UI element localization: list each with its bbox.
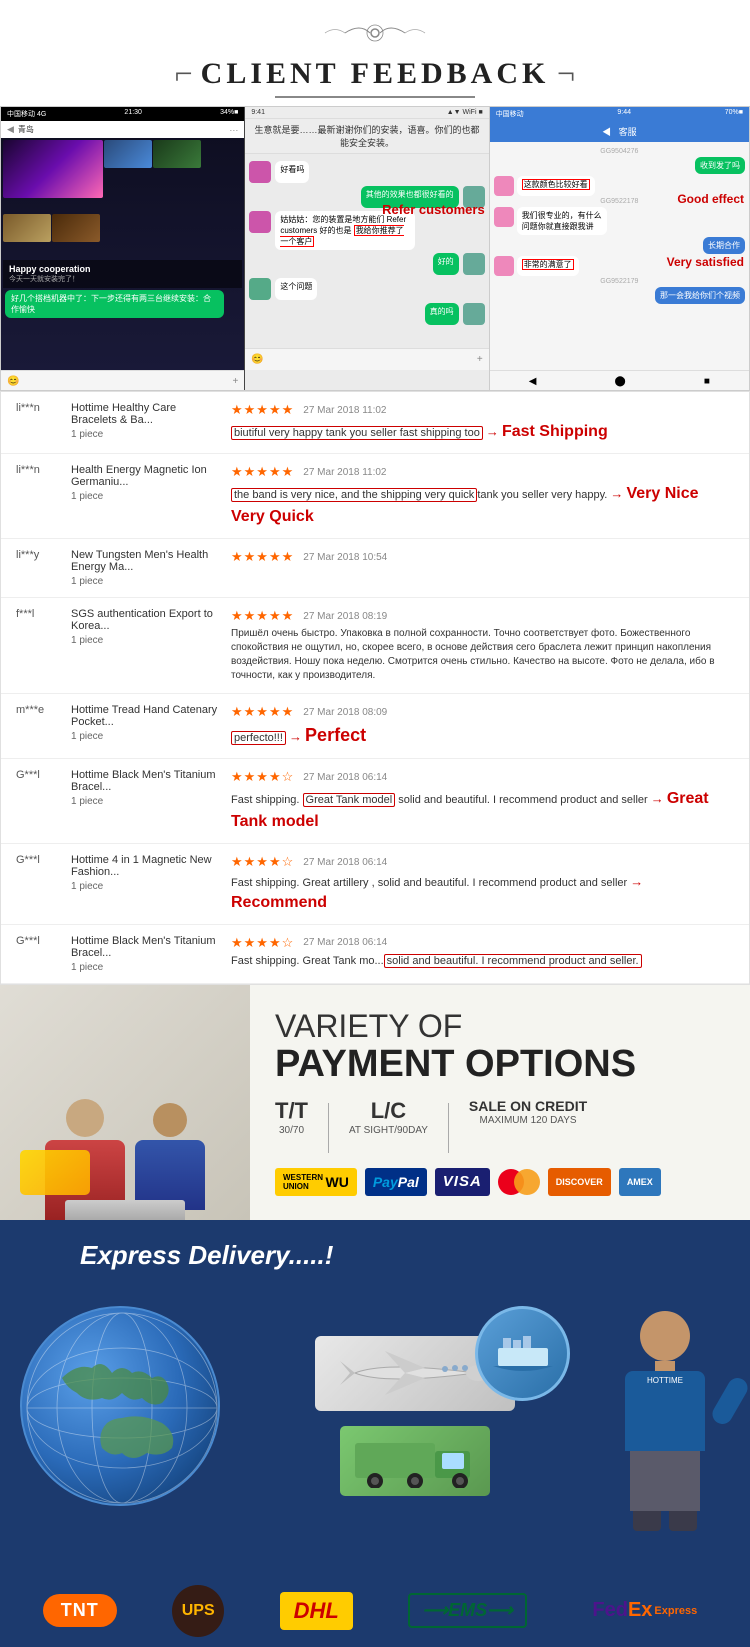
method-tt-name: T/T: [275, 1098, 308, 1124]
mastercard-logo: [498, 1168, 540, 1196]
table-row: G***l Hottime Black Men's Titanium Brace…: [1, 925, 749, 984]
method-tt-detail: 30/70: [275, 1124, 308, 1137]
globe-area: [20, 1306, 230, 1516]
method-lc-name: L/C: [349, 1098, 428, 1124]
review-content: 27 Mar 2018 08:09 perfecto!!! → Perfect: [231, 704, 734, 748]
feedback-underline: [275, 96, 475, 98]
review-product-info: Hottime Tread Hand Catenary Pocket... 1 …: [71, 704, 221, 742]
review-content: 27 Mar 2018 06:14 Fast shipping. Great T…: [231, 769, 734, 833]
method-lc-detail: AT SIGHT/90DAY: [349, 1124, 428, 1137]
table-row: li***y New Tungsten Men's Health Energy …: [1, 539, 749, 598]
payment-person: [0, 985, 250, 1220]
tnt-logo: TNT: [43, 1594, 117, 1627]
delivery-section: Express Delivery.....!: [0, 1220, 750, 1570]
feedback-title-row: ⌐ CLIENT FEEDBACK ⌐: [0, 55, 750, 92]
review-product-info: Hottime Healthy Care Bracelets & Ba... 1…: [71, 402, 221, 440]
truck-area: [340, 1426, 490, 1496]
paypal-logo: PayPal: [365, 1168, 427, 1196]
review-product-info: SGS authentication Export to Korea... 1 …: [71, 608, 221, 646]
dhl-logo: DHL: [280, 1592, 353, 1630]
review-content: 27 Mar 2018 08:19 Пришёл очень быстро. У…: [231, 608, 734, 683]
variety-label: VARIETY OF: [275, 1009, 725, 1044]
discover-logo: DISCOVER: [548, 1168, 611, 1196]
review-user: li***n: [16, 464, 61, 476]
delivery-title: Express Delivery.....!: [80, 1240, 730, 1271]
table-row: G***l Hottime 4 in 1 Magnetic New Fashio…: [1, 844, 749, 925]
method-credit-name: SALE ON CREDIT: [469, 1098, 587, 1114]
delivery-content: HOTTIME: [20, 1281, 730, 1541]
chat-panel-3: 中国移动9:4470%■ ◀ 客服 GG9504276 收到发了吗 这款颜色比较…: [490, 107, 749, 391]
chat-screenshots-area: 中国移动 4G21:3034%■ ◀ 青岛 ··· Happy cooperat…: [0, 106, 750, 391]
reviews-section: li***n Hottime Healthy Care Bracelets & …: [0, 391, 750, 985]
payment-methods-row: T/T 30/70 L/C AT SIGHT/90DAY SALE ON CRE…: [275, 1098, 725, 1153]
table-row: li***n Hottime Healthy Care Bracelets & …: [1, 392, 749, 454]
method-credit-detail: MAXIMUM 120 DAYS: [469, 1114, 587, 1127]
review-product-info: Hottime Black Men's Titanium Bracel... 1…: [71, 769, 221, 807]
review-content: 27 Mar 2018 11:02 the band is very nice,…: [231, 464, 734, 528]
ship-circle: [475, 1306, 570, 1401]
payment-method-lc: L/C AT SIGHT/90DAY: [349, 1098, 428, 1137]
delivery-middle: [240, 1326, 590, 1496]
payment-section: VARIETY OF PAYMENT OPTIONS T/T 30/70 L/C…: [0, 985, 750, 1220]
ems-logo: ⟶EMS⟶: [408, 1593, 527, 1628]
payment-method-credit: SALE ON CREDIT MAXIMUM 120 DAYS: [469, 1098, 587, 1127]
review-product-info: Health Energy Magnetic Ion Germaniu... 1…: [71, 464, 221, 502]
payment-divider-2: [448, 1103, 449, 1153]
fedex-logo: FedEx Express: [582, 1594, 707, 1627]
review-product-info: New Tungsten Men's Health Energy Ma... 1…: [71, 549, 221, 587]
review-content: 27 Mar 2018 06:14 Fast shipping. Great T…: [231, 935, 734, 969]
bracket-right: ⌐: [557, 55, 575, 92]
feedback-title-text: CLIENT FEEDBACK: [201, 57, 550, 91]
chat-panel-1: 中国移动 4G21:3034%■ ◀ 青岛 ··· Happy cooperat…: [1, 107, 245, 391]
payment-method-tt: T/T 30/70: [275, 1098, 308, 1137]
review-user: G***l: [16, 935, 61, 947]
ornament-top: [0, 18, 750, 53]
review-user: m***e: [16, 704, 61, 716]
review-product-info: Hottime 4 in 1 Magnetic New Fashion... 1…: [71, 854, 221, 892]
review-product-info: Hottime Black Men's Titanium Bracel... 1…: [71, 935, 221, 973]
payment-logos-row: WESTERNUNION WU PayPal VISA DISCOVER AME…: [275, 1168, 725, 1196]
amex-logo: AMEX: [619, 1168, 661, 1196]
review-user: li***y: [16, 549, 61, 561]
table-row: f***l SGS authentication Export to Korea…: [1, 598, 749, 694]
review-user: G***l: [16, 854, 61, 866]
visa-logo: VISA: [435, 1168, 490, 1196]
feedback-header: ⌐ CLIENT FEEDBACK ⌐: [0, 0, 750, 106]
payment-divider-1: [328, 1103, 329, 1153]
review-user: li***n: [16, 402, 61, 414]
bracket-left: ⌐: [175, 55, 193, 92]
review-content: 27 Mar 2018 11:02 biutiful very happy ta…: [231, 402, 734, 443]
delivery-logos-bar: TNT UPS DHL ⟶EMS⟶ FedEx Express: [0, 1570, 750, 1647]
review-user: f***l: [16, 608, 61, 620]
options-label: PAYMENT OPTIONS: [275, 1044, 725, 1086]
payment-content: VARIETY OF PAYMENT OPTIONS T/T 30/70 L/C…: [250, 989, 750, 1216]
table-row: G***l Hottime Black Men's Titanium Brace…: [1, 759, 749, 844]
review-content: 27 Mar 2018 10:54: [231, 549, 734, 565]
review-content: 27 Mar 2018 06:14 Fast shipping. Great a…: [231, 854, 734, 914]
table-row: li***n Health Energy Magnetic Ion German…: [1, 454, 749, 539]
ups-logo: UPS: [172, 1585, 224, 1637]
delivery-person: HOTTIME: [600, 1291, 730, 1531]
review-user: G***l: [16, 769, 61, 781]
western-union-logo: WESTERNUNION WU: [275, 1168, 357, 1196]
table-row: m***e Hottime Tread Hand Catenary Pocket…: [1, 694, 749, 759]
chat-panel-2: 9:41▲▼ WiFi ■ 生意就是要……最新谢谢你们的安装，语喜。你们的也都能…: [245, 107, 489, 391]
